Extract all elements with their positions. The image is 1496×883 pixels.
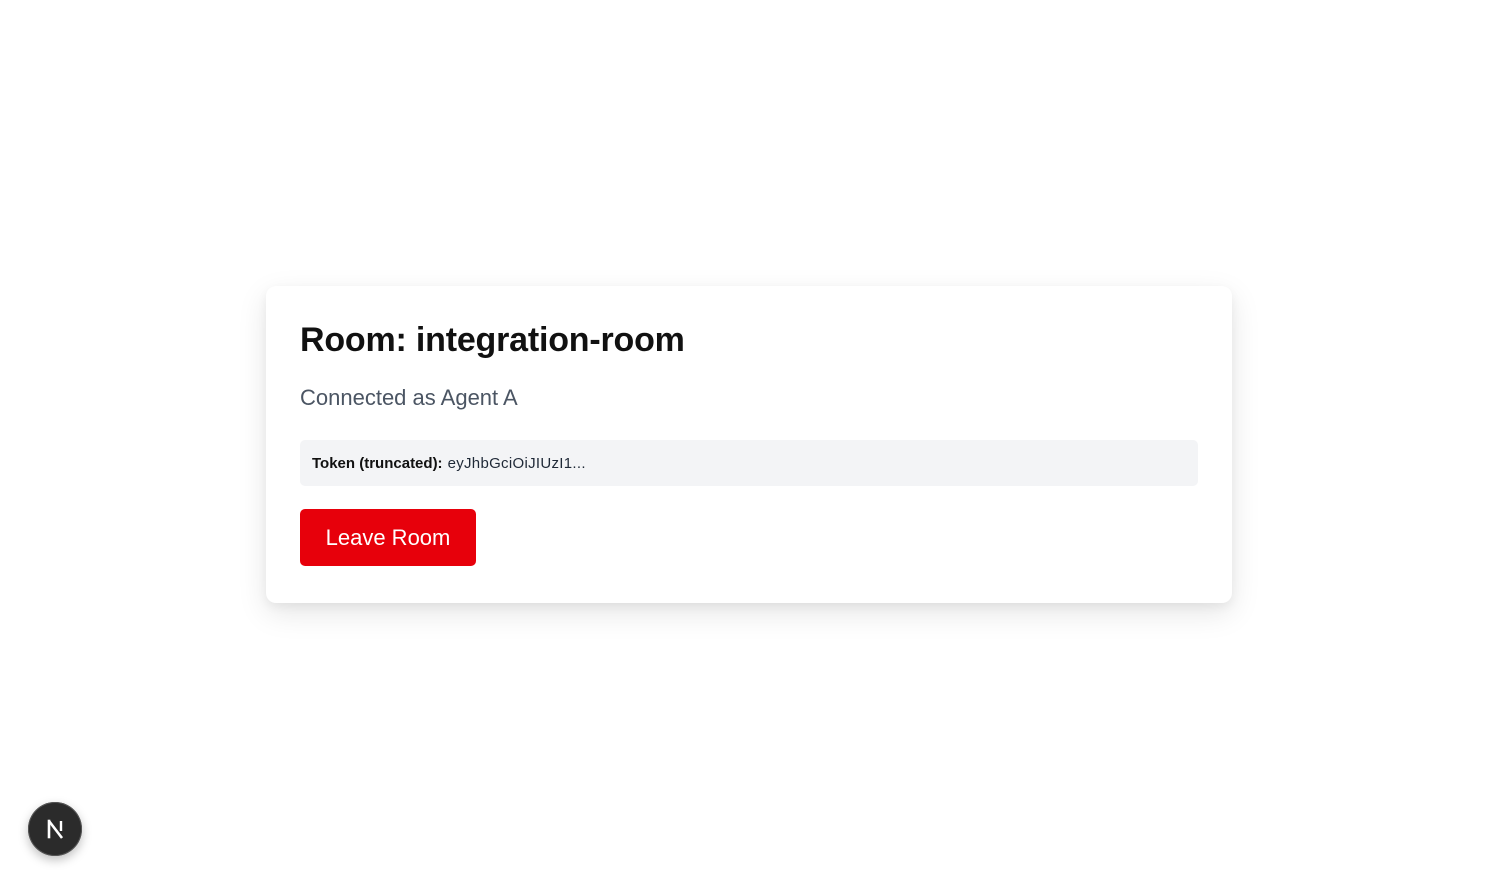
connection-status: Connected as Agent A: [300, 385, 518, 410]
page-title: Room: integration-room: [300, 321, 685, 359]
room-card: Room: integration-room Connected as Agen…: [266, 286, 1232, 603]
page: Room: integration-room Connected as Agen…: [0, 0, 1496, 883]
token-panel: Token (truncated): eyJhbGciOiJIUzI1...: [300, 440, 1198, 486]
token-label: Token (truncated):: [312, 454, 443, 472]
nextjs-dev-badge[interactable]: [28, 802, 82, 856]
nextjs-logo-icon: [47, 819, 64, 839]
token-value: eyJhbGciOiJIUzI1...: [447, 454, 586, 472]
leave-room-button[interactable]: Leave Room: [300, 509, 476, 566]
